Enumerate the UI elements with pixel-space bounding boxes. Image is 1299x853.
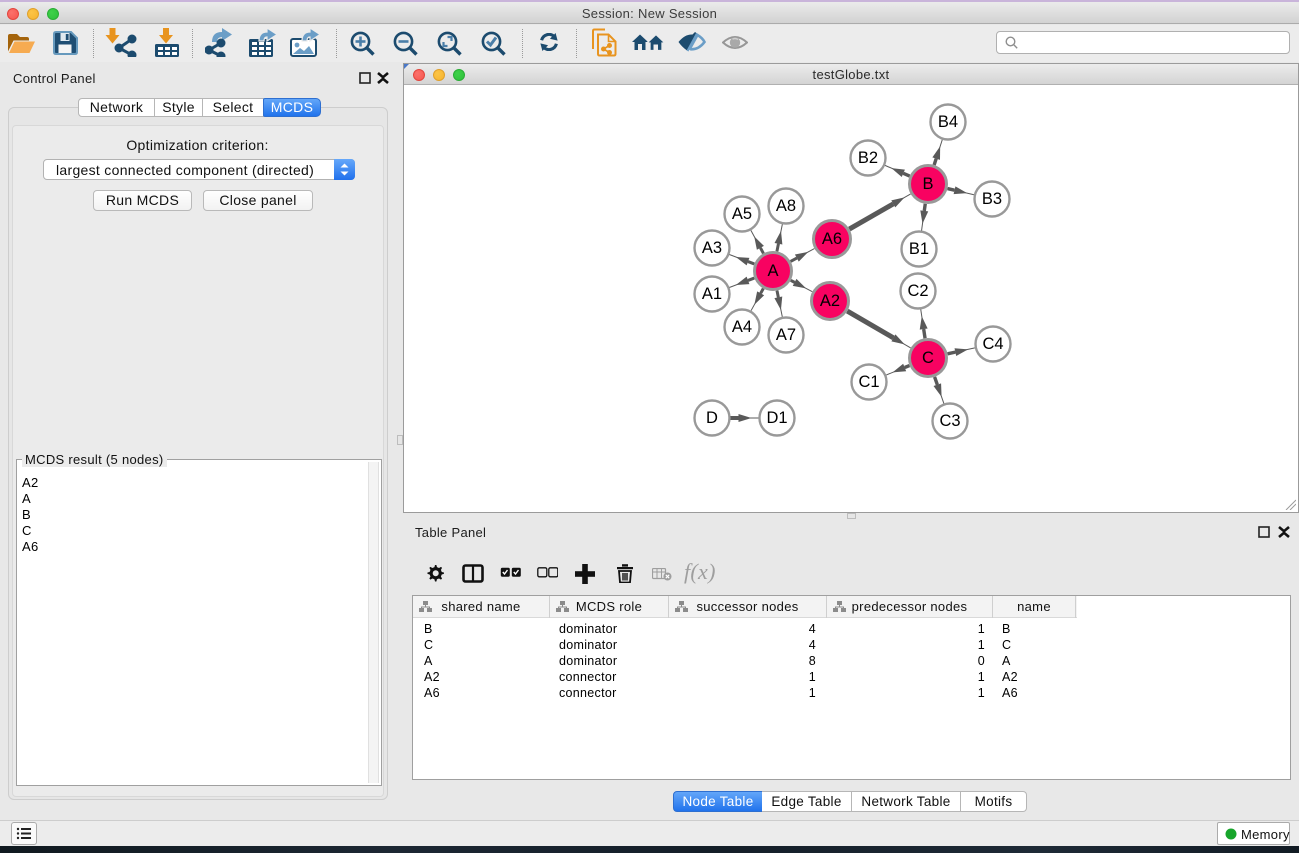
svg-text:C4: C4 [982, 335, 1003, 353]
svg-text:A8: A8 [776, 197, 796, 215]
svg-text:D1: D1 [766, 409, 787, 427]
svg-text:B2: B2 [858, 149, 878, 167]
svg-text:A: A [767, 262, 778, 280]
svg-text:C1: C1 [858, 373, 879, 391]
svg-text:D: D [706, 409, 718, 427]
svg-text:B3: B3 [982, 190, 1002, 208]
svg-text:A7: A7 [776, 326, 796, 344]
svg-text:f(x): f(x) [684, 560, 716, 584]
svg-text:A2: A2 [820, 292, 840, 310]
svg-text:A6: A6 [822, 230, 842, 248]
svg-text:A4: A4 [732, 318, 752, 336]
svg-text:B4: B4 [938, 113, 958, 131]
svg-text:C2: C2 [907, 282, 928, 300]
svg-text:C3: C3 [939, 412, 960, 430]
svg-text:A3: A3 [702, 239, 722, 257]
svg-text:B: B [922, 175, 933, 193]
svg-text:A1: A1 [702, 285, 722, 303]
svg-text:B1: B1 [909, 240, 929, 258]
svg-text:A5: A5 [732, 205, 752, 223]
svg-text:C: C [922, 349, 934, 367]
